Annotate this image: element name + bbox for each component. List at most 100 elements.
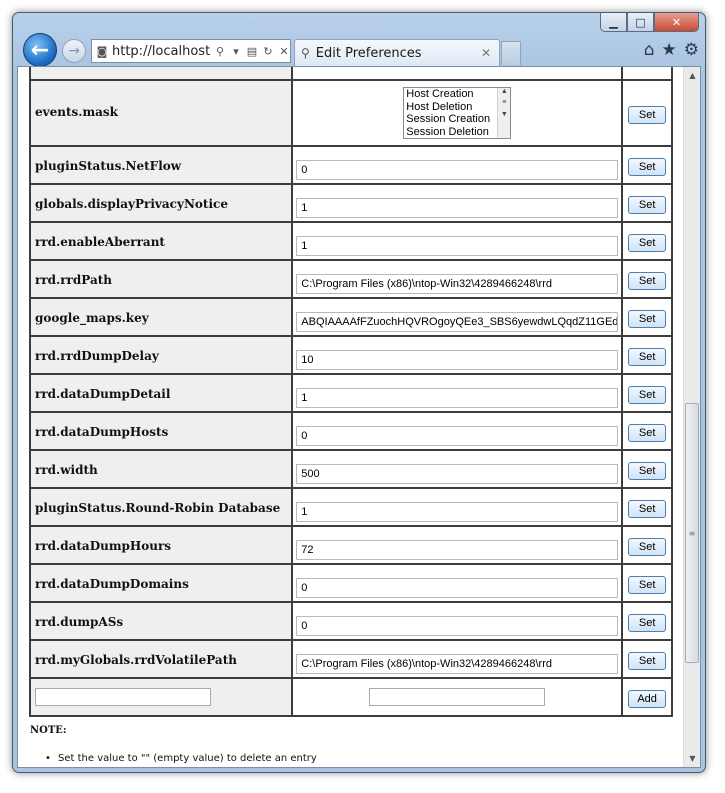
new-value-input[interactable] — [369, 688, 546, 706]
add-key-cell — [28, 677, 294, 717]
preference-key: pluginStatus.Round-Robin Database — [28, 487, 294, 527]
action-cell: Set — [621, 563, 673, 603]
refresh-icon[interactable]: ↻ — [262, 45, 274, 58]
value-input[interactable]: 72 — [296, 539, 619, 560]
value-cell: ABQIAAAAfFZuochHQVROgoyQEe3_SBS6yewdwLQq… — [291, 297, 624, 337]
new-tab-button[interactable] — [501, 41, 521, 65]
set-button[interactable]: Set — [628, 613, 667, 632]
action-cell: Set — [621, 411, 673, 451]
value-input[interactable]: C:\Program Files (x86)\ntop-Win32\428946… — [296, 653, 619, 674]
action-cell: Set — [621, 183, 673, 223]
note-item: • Set the value to "" (empty value) to d… — [45, 753, 317, 764]
set-button[interactable]: Set — [628, 575, 667, 594]
search-icon[interactable]: ⚲ — [214, 45, 226, 58]
value-cell: 1 — [291, 373, 624, 413]
action-cell: Set — [621, 487, 673, 527]
value-cell: 0 — [291, 411, 624, 451]
preference-key: pluginStatus.NetFlow — [28, 145, 294, 185]
value-cell: 72 — [291, 525, 624, 565]
list-option[interactable]: Host Creation — [404, 88, 510, 101]
value-input[interactable]: 0 — [296, 615, 619, 636]
set-button[interactable]: Set — [628, 157, 667, 176]
set-button[interactable]: Set — [628, 105, 667, 124]
vertical-scrollbar[interactable]: ▲ ≡ ▼ — [683, 67, 700, 767]
value-cell: 10 — [291, 335, 624, 375]
value-input[interactable]: 0 — [296, 577, 619, 598]
value-input[interactable]: 1 — [296, 197, 619, 218]
value-input[interactable]: 0 — [296, 425, 619, 446]
stop-icon[interactable]: ✕ — [278, 45, 290, 58]
dropdown-icon[interactable]: ▾ — [230, 45, 242, 58]
list-option[interactable]: Session Creation — [404, 113, 510, 126]
compatibility-icon[interactable]: ▤ — [246, 45, 258, 58]
action-cell: Set — [621, 335, 673, 375]
scroll-down-icon[interactable]: ▼ — [498, 111, 510, 118]
new-key-input[interactable] — [35, 688, 211, 706]
close-window-button[interactable]: ✕ — [654, 13, 699, 32]
preference-key: rrd.rrdPath — [28, 259, 294, 299]
bullet-icon: • — [45, 753, 51, 764]
value-input[interactable]: 1 — [296, 501, 619, 522]
value-input[interactable]: 1 — [296, 235, 619, 256]
value-input[interactable]: 10 — [296, 349, 619, 370]
set-button[interactable]: Set — [628, 309, 667, 328]
scrollbar-thumb[interactable]: ≡ — [498, 99, 510, 106]
note-title: NOTE: — [30, 725, 67, 736]
value-input[interactable]: 1 — [296, 387, 619, 408]
action-cell: Set — [621, 373, 673, 413]
listbox-scrollbar[interactable]: ▲ ≡ ▼ — [497, 88, 511, 138]
table-row: rrd.dataDumpHosts 0 Set — [28, 411, 673, 451]
table-row: rrd.dumpASs 0 Set — [28, 601, 673, 641]
action-cell: Set — [621, 259, 673, 299]
home-icon[interactable]: ⌂ — [644, 40, 655, 60]
address-url[interactable]: http://localhost: — [112, 44, 210, 59]
forward-arrow-icon[interactable]: → — [62, 39, 86, 63]
set-button[interactable]: Set — [628, 423, 667, 442]
scroll-down-icon[interactable]: ▼ — [684, 750, 700, 767]
scroll-up-icon[interactable]: ▲ — [684, 67, 700, 84]
preference-key: rrd.width — [28, 449, 294, 489]
table-row-cutoff — [28, 67, 673, 81]
scrollbar-thumb[interactable]: ≡ — [685, 403, 699, 663]
page-content: events.mask Host Creation Host Deletion Se… — [17, 66, 701, 768]
set-button[interactable]: Set — [628, 271, 667, 290]
address-bar[interactable]: ◙ http://localhost: ⚲ ▾ ▤ ↻ ✕ — [91, 39, 291, 63]
set-button[interactable]: Set — [628, 537, 667, 556]
value-input[interactable]: ABQIAAAAfFZuochHQVROgoyQEe3_SBS6yewdwLQq… — [296, 311, 619, 332]
preference-key: rrd.dataDumpHours — [28, 525, 294, 565]
events-mask-listbox[interactable]: Host Creation Host Deletion Session Creati… — [403, 87, 512, 139]
preference-key: rrd.dumpASs — [28, 601, 294, 641]
add-button[interactable]: Add — [628, 689, 667, 708]
preference-key: rrd.dataDumpDomains — [28, 563, 294, 603]
favorites-star-icon[interactable]: ★ — [662, 40, 677, 60]
list-option[interactable]: Session Deletion — [404, 126, 510, 139]
preference-key: rrd.dataDumpDetail — [28, 373, 294, 413]
set-button[interactable]: Set — [628, 385, 667, 404]
preference-key: rrd.dataDumpHosts — [28, 411, 294, 451]
scroll-up-icon[interactable]: ▲ — [498, 88, 510, 95]
value-input[interactable]: 0 — [296, 159, 619, 180]
value-input[interactable]: 500 — [296, 463, 619, 484]
table-row: events.mask Host Creation Host Deletion Se… — [28, 79, 673, 147]
gear-icon[interactable]: ⚙ — [684, 40, 699, 60]
set-button[interactable]: Set — [628, 233, 667, 252]
back-arrow-icon[interactable]: ← — [23, 33, 57, 67]
tab-close-icon[interactable]: ✕ — [481, 46, 499, 60]
value-input[interactable]: C:\Program Files (x86)\ntop-Win32\428946… — [296, 273, 619, 294]
add-action-cell: Add — [621, 677, 673, 717]
minimize-button[interactable]: ▁ — [600, 13, 627, 32]
table-row: globals.displayPrivacyNotice 1 Set — [28, 183, 673, 223]
list-option[interactable]: Host Deletion — [404, 101, 510, 114]
table-row: rrd.rrdDumpDelay 10 Set — [28, 335, 673, 375]
maximize-button[interactable]: □ — [627, 13, 654, 32]
set-button[interactable]: Set — [628, 499, 667, 518]
set-button[interactable]: Set — [628, 347, 667, 366]
key-cell — [28, 67, 294, 81]
table-row: rrd.rrdPath C:\Program Files (x86)\ntop-… — [28, 259, 673, 299]
set-button[interactable]: Set — [628, 651, 667, 670]
tab-page-icon: ⚲ — [301, 46, 310, 60]
set-button[interactable]: Set — [628, 461, 667, 480]
tab-edit-preferences[interactable]: ⚲ Edit Preferences ✕ — [294, 39, 500, 66]
set-button[interactable]: Set — [628, 195, 667, 214]
table-row: pluginStatus.NetFlow 0 Set — [28, 145, 673, 185]
